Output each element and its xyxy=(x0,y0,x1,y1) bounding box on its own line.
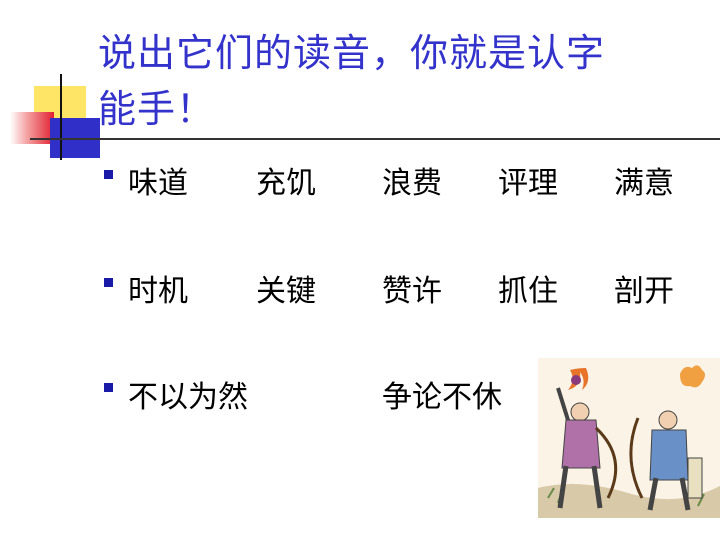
archers-illustration xyxy=(538,358,720,518)
vocab-word: 剖开 xyxy=(614,274,674,309)
vocab-idiom: 争论不休 xyxy=(382,380,502,415)
bullet-icon xyxy=(104,383,113,392)
title-divider-line xyxy=(30,138,720,140)
bullet-icon xyxy=(104,170,113,179)
vocab-word: 时机 xyxy=(128,274,188,309)
slide-title-line-1: 说出它们的读音，你就是认字 xyxy=(98,31,606,75)
bullet-icon xyxy=(104,278,113,287)
vocab-word: 浪费 xyxy=(382,166,442,201)
vocab-word: 关键 xyxy=(256,274,316,309)
vocab-idiom: 不以为然 xyxy=(128,380,248,415)
vocab-word: 赞许 xyxy=(382,274,442,309)
vocab-word: 满意 xyxy=(614,166,674,201)
slide-title-line-2: 能手！ xyxy=(98,87,216,131)
vocab-word: 味道 xyxy=(128,166,188,201)
vocab-word: 抓住 xyxy=(498,274,558,309)
decor-vertical-line xyxy=(60,74,62,160)
vocab-word: 评理 xyxy=(498,166,558,201)
vocab-word: 充饥 xyxy=(256,166,316,201)
